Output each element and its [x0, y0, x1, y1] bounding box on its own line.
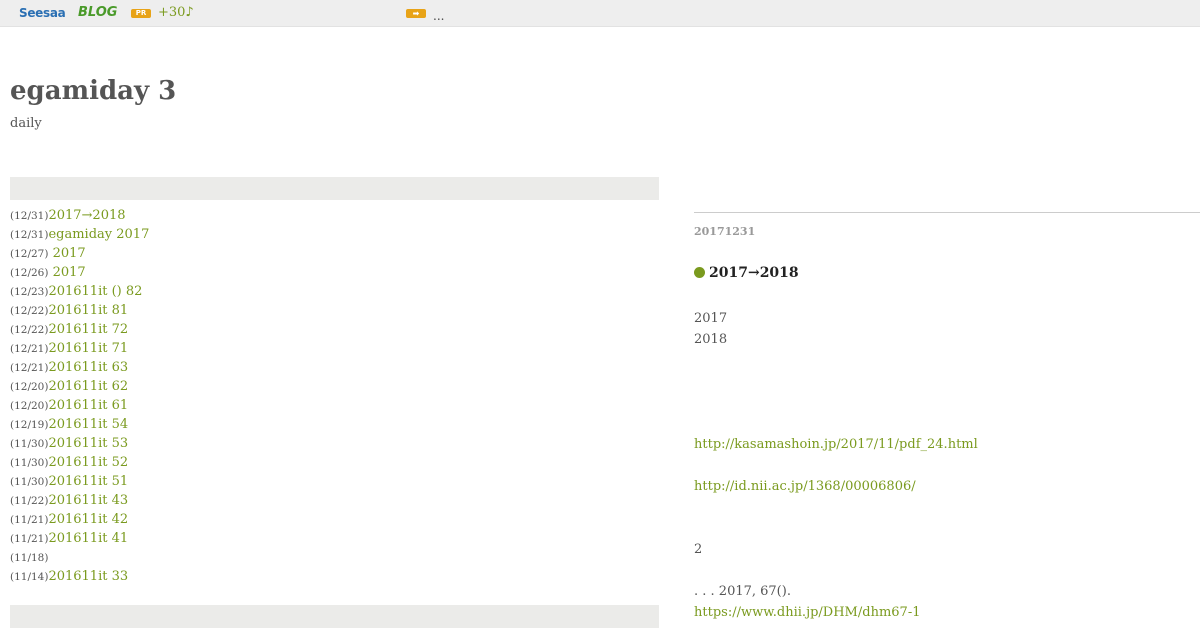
- recent-article-item: (12/22)201611it 72: [10, 318, 149, 337]
- article-link[interactable]: 201611it 62: [48, 379, 128, 394]
- article-date: (11/30): [10, 457, 49, 469]
- recent-article-item: (11/30)201611it 51: [10, 470, 149, 489]
- article-link[interactable]: 2017: [48, 246, 86, 261]
- recent-article-item: (11/14)201611it 33: [10, 565, 149, 584]
- sidebar-section-header-bar: [10, 605, 659, 628]
- recent-article-item: (12/21)201611it 71: [10, 337, 149, 356]
- entry-link[interactable]: http://kasamashoin.jp/2017/11/pdf_24.htm…: [694, 437, 978, 452]
- entry-link[interactable]: https://www.dhii.jp/DHM/dhm67-1: [694, 605, 920, 620]
- article-date: (12/22): [10, 324, 49, 336]
- recent-articles-list: (12/31)2017→2018 (12/31)egamiday 2017 (12/…: [10, 204, 149, 584]
- article-date: (11/22): [10, 495, 49, 507]
- article-link[interactable]: 201611it 63: [48, 360, 128, 375]
- entry-title[interactable]: 2017→2018: [709, 265, 799, 281]
- article-date: (11/14): [10, 571, 49, 583]
- article-date: (12/21): [10, 343, 49, 355]
- pr-link[interactable]: +30♪: [158, 5, 194, 20]
- article-link[interactable]: 201611it () 82: [48, 284, 142, 299]
- recent-article-item: (12/20)201611it 62: [10, 375, 149, 394]
- article-date: (11/30): [10, 476, 49, 488]
- entry-text-line: 2017: [694, 311, 728, 326]
- recent-article-item: (11/30)201611it 52: [10, 451, 149, 470]
- blog-description: daily: [10, 116, 42, 131]
- article-date: (12/31): [10, 210, 49, 222]
- article-date: (12/23): [10, 286, 49, 298]
- article-link[interactable]: 201611it 51: [48, 474, 128, 489]
- recent-article-item: (12/26) 2017: [10, 261, 149, 280]
- article-link[interactable]: 201611it 72: [48, 322, 128, 337]
- entry-divider: [694, 212, 1200, 213]
- article-link[interactable]: 201611it 81: [48, 303, 128, 318]
- recent-article-item: (11/21)201611it 42: [10, 508, 149, 527]
- article-link[interactable]: 2017→2018: [48, 208, 125, 223]
- recent-article-item: (12/31)egamiday 2017: [10, 223, 149, 242]
- article-date: (11/30): [10, 438, 49, 450]
- topbar-more-link[interactable]: ...: [433, 9, 444, 23]
- article-link[interactable]: 2017: [48, 265, 86, 280]
- recent-article-item: (11/22)201611it 43: [10, 489, 149, 508]
- article-link[interactable]: 201611it 43: [48, 493, 128, 508]
- entry-text-line: 2018: [694, 332, 728, 347]
- entry-date: 20171231: [694, 225, 756, 238]
- recent-article-item: (12/27) 2017: [10, 242, 149, 261]
- article-date: (12/27): [10, 248, 49, 260]
- recent-article-item: (12/20)201611it 61: [10, 394, 149, 413]
- top-bar: Seesaa BLOG PR +30♪ ➡ ...: [0, 0, 1200, 27]
- entry-citation: . . . 2017, 67().: [694, 584, 791, 599]
- entry-text-line: 2: [694, 542, 703, 557]
- article-date: (12/20): [10, 381, 49, 393]
- article-link[interactable]: 201611it 53: [48, 436, 128, 451]
- article-date: (12/19): [10, 419, 49, 431]
- article-link[interactable]: 201611it 71: [48, 341, 128, 356]
- recent-article-item: (12/22)201611it 81: [10, 299, 149, 318]
- article-link[interactable]: 201611it 52: [48, 455, 128, 470]
- article-date: (11/18): [10, 552, 49, 564]
- article-link[interactable]: egamiday 2017: [48, 227, 149, 242]
- seesaa-logo[interactable]: Seesaa: [19, 6, 66, 20]
- bullet-dot-icon: [694, 267, 705, 278]
- recent-article-item: (12/23)201611it () 82: [10, 280, 149, 299]
- article-link[interactable]: 201611it 33: [48, 569, 128, 584]
- entry-link[interactable]: http://id.nii.ac.jp/1368/00006806/: [694, 479, 916, 494]
- article-link[interactable]: 201611it 61: [48, 398, 128, 413]
- article-link[interactable]: 201611it 42: [48, 512, 128, 527]
- recent-article-item: (11/30)201611it 53: [10, 432, 149, 451]
- article-date: (11/21): [10, 533, 49, 545]
- article-link[interactable]: 201611it 54: [48, 417, 128, 432]
- article-link[interactable]: 201611it 41: [48, 531, 128, 546]
- article-date: (12/21): [10, 362, 49, 374]
- recent-articles-header-bar: [10, 177, 659, 200]
- article-date: (12/31): [10, 229, 49, 241]
- recent-article-item: (11/18): [10, 546, 149, 565]
- article-date: (11/21): [10, 514, 49, 526]
- article-date: (12/22): [10, 305, 49, 317]
- arrow-right-icon[interactable]: ➡: [406, 9, 426, 18]
- blog-logo[interactable]: BLOG: [78, 5, 117, 20]
- recent-article-item: (12/19)201611it 54: [10, 413, 149, 432]
- entry-title-row: 2017→2018: [694, 262, 799, 281]
- recent-article-item: (12/31)2017→2018: [10, 204, 149, 223]
- recent-article-item: (12/21)201611it 63: [10, 356, 149, 375]
- recent-article-item: (11/21)201611it 41: [10, 527, 149, 546]
- blog-title[interactable]: egamiday 3: [10, 76, 176, 106]
- pr-badge: PR: [131, 9, 151, 18]
- article-date: (12/20): [10, 400, 49, 412]
- article-date: (12/26): [10, 267, 49, 279]
